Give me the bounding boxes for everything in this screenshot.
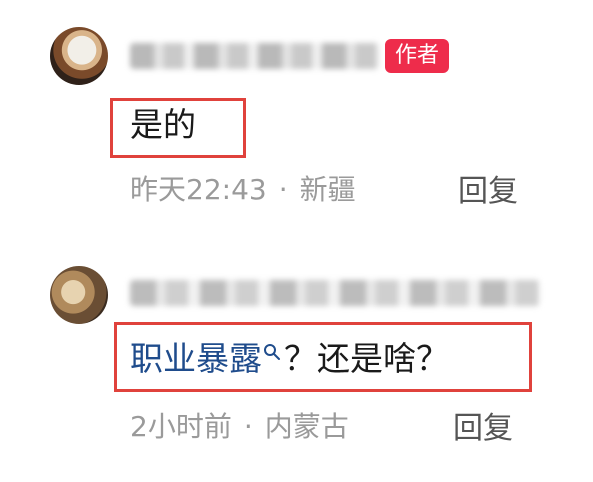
comment-location: 内蒙古 xyxy=(264,410,349,443)
author-badge: 作者 xyxy=(385,39,450,73)
avatar[interactable] xyxy=(50,266,108,324)
comment-time: 昨天22:43 xyxy=(130,173,267,206)
comment-time: 2小时前 xyxy=(130,410,232,443)
separator-dot: · xyxy=(278,173,288,206)
highlight-box xyxy=(114,322,532,392)
comment-meta: 昨天22:43 · 新疆 xyxy=(130,168,356,208)
comment-location: 新疆 xyxy=(299,173,356,206)
reply-button[interactable]: 回复 xyxy=(458,166,518,210)
reply-button[interactable]: 回复 xyxy=(453,403,513,447)
avatar[interactable] xyxy=(50,27,108,85)
blurred-username[interactable] xyxy=(130,280,540,306)
separator-dot: · xyxy=(243,410,253,443)
comment-meta: 2小时前 · 内蒙古 xyxy=(130,405,349,445)
highlight-box xyxy=(110,98,246,158)
blurred-username[interactable] xyxy=(130,43,380,69)
